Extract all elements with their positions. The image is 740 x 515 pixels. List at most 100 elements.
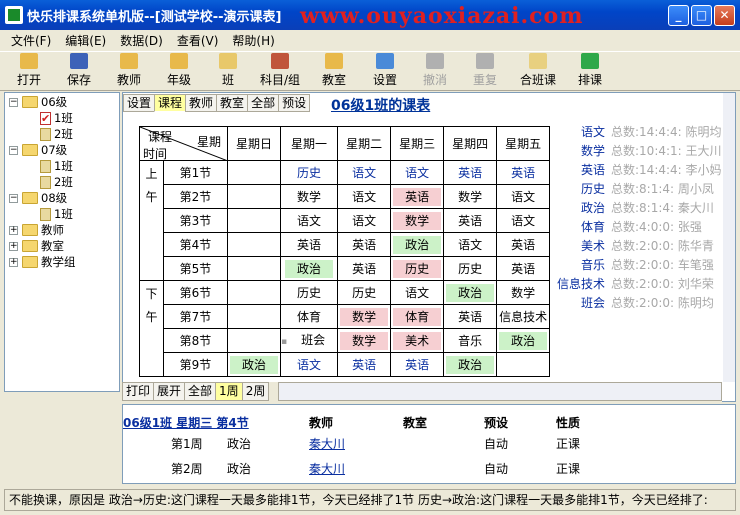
timetable-cell[interactable]: 数学 <box>496 280 551 305</box>
timetable-cell[interactable] <box>227 184 281 209</box>
timetable-cell[interactable]: 美术 <box>390 328 445 353</box>
timetable-cell[interactable] <box>227 208 281 233</box>
close-button[interactable]: ✕ <box>714 5 735 26</box>
expander-icon[interactable]: + <box>9 225 18 235</box>
menu-item-2[interactable]: 数据(D) <box>113 32 170 49</box>
timetable-cell[interactable]: 英语 <box>443 304 498 329</box>
tree-node[interactable]: + 教学组 <box>9 254 76 270</box>
timetable-cell[interactable]: 政治 <box>443 280 498 305</box>
tree-node[interactable]: + 教室 <box>9 238 64 254</box>
timetable-cell[interactable]: 政治 <box>227 352 281 377</box>
subject-name[interactable]: 政治 <box>553 199 605 216</box>
bottom-tab-1[interactable]: 展开 <box>153 382 186 401</box>
timetable-cell[interactable]: 音乐 <box>443 328 498 353</box>
subject-name[interactable]: 音乐 <box>553 256 605 273</box>
tree-node[interactable]: 2班 <box>27 126 73 142</box>
expander-icon[interactable]: − <box>9 193 18 203</box>
tree-node[interactable]: 1班 <box>27 158 73 174</box>
subject-name[interactable]: 英语 <box>553 161 605 178</box>
subject-item[interactable]: 历史 总数:8:1:4: 周小凤 <box>553 180 723 198</box>
subject-item[interactable]: 美术 总数:2:0:0: 陈华青 <box>553 237 723 255</box>
timetable-cell[interactable]: 历史 <box>279 280 339 305</box>
toolbar-button-2[interactable]: 教师 <box>104 52 154 90</box>
timetable-cell[interactable]: 语文 <box>390 160 445 185</box>
timetable-cell[interactable]: 历史 <box>279 160 339 185</box>
subject-item[interactable]: 英语 总数:14:4:4: 李小妈 <box>553 161 723 179</box>
subject-name[interactable]: 语文 <box>553 123 605 140</box>
tree-node[interactable]: − 06级 <box>9 94 67 110</box>
timetable-cell[interactable]: 英语 <box>337 352 392 377</box>
toolbar-button-4[interactable]: 班 <box>204 52 252 90</box>
timetable-cell[interactable]: 语文 <box>337 160 392 185</box>
subject-name[interactable]: 信息技术 <box>553 275 605 292</box>
menu-item-0[interactable]: 文件(F) <box>4 32 58 49</box>
bottom-tab-2[interactable]: 全部 <box>184 382 217 401</box>
expander-icon[interactable]: + <box>9 257 18 267</box>
timetable-cell[interactable]: 政治 <box>496 328 551 353</box>
timetable-cell[interactable]: 英语 <box>443 160 498 185</box>
detail-heading[interactable]: 06级1班 星期三 第4节 <box>123 414 249 431</box>
timetable-cell[interactable] <box>227 232 281 257</box>
menu-item-4[interactable]: 帮助(H) <box>225 32 281 49</box>
timetable-cell[interactable]: 政治 <box>279 256 339 281</box>
timetable-cell[interactable]: 语文 <box>337 208 392 233</box>
toolbar-button-10[interactable]: 合班课 <box>510 52 566 90</box>
detail-teacher[interactable]: 秦大川 <box>309 435 345 452</box>
timetable-cell[interactable] <box>227 256 281 281</box>
subject-item[interactable]: 音乐 总数:2:0:0: 车笔强 <box>553 256 723 274</box>
subject-name[interactable]: 历史 <box>553 180 605 197</box>
vertical-scrollbar[interactable] <box>723 93 735 382</box>
timetable-cell[interactable]: 英语 <box>496 160 551 185</box>
class-tree[interactable]: −06级 ✔ 1班 2班 −07级 1班 2班 −08级 1班 + 教师 + 教室 + 教学组 <box>4 92 120 392</box>
timetable-cell[interactable]: 英语 <box>337 232 392 257</box>
timetable-cell[interactable]: 政治 <box>390 232 445 257</box>
timetable-cell[interactable]: 语文 <box>279 352 339 377</box>
timetable-cell[interactable]: 英语 <box>279 232 339 257</box>
timetable-cell[interactable]: 语文 <box>279 208 339 233</box>
timetable-cell[interactable]: 数学 <box>390 208 445 233</box>
bottom-tab-3[interactable]: 1周 <box>215 382 243 401</box>
timetable-cell[interactable]: 数学 <box>279 184 339 209</box>
tab-1[interactable]: 课程 <box>154 94 187 112</box>
bottom-tab-0[interactable]: 打印 <box>122 382 155 401</box>
timetable-cell[interactable]: 英语 <box>390 352 445 377</box>
expander-icon[interactable]: + <box>9 241 18 251</box>
timetable-cell[interactable]: ▪ 班会 <box>279 328 339 353</box>
toolbar-button-11[interactable]: 排课 <box>566 52 614 90</box>
timetable-cell[interactable]: 历史 <box>390 256 445 281</box>
timetable-cell[interactable]: 数学 <box>443 184 498 209</box>
timetable-cell[interactable] <box>227 328 281 353</box>
timetable-cell[interactable]: 语文 <box>390 280 445 305</box>
tree-node[interactable]: + 教师 <box>9 222 64 238</box>
timetable-cell[interactable]: 信息技术 <box>496 304 551 329</box>
timetable-cell[interactable] <box>227 304 281 329</box>
minimize-button[interactable]: _ <box>668 5 689 26</box>
subject-item[interactable]: 信息技术 总数:2:0:0: 刘华荣 <box>553 275 723 293</box>
timetable-cell[interactable]: 体育 <box>390 304 445 329</box>
subject-name[interactable]: 班会 <box>553 294 605 311</box>
timetable-cell[interactable]: 历史 <box>443 256 498 281</box>
horizontal-scrollbar[interactable] <box>278 382 722 401</box>
maximize-button[interactable]: □ <box>691 5 712 26</box>
tab-2[interactable]: 教师 <box>185 94 218 112</box>
menu-item-1[interactable]: 编辑(E) <box>58 32 113 49</box>
subject-name[interactable]: 数学 <box>553 142 605 159</box>
toolbar-button-0[interactable]: 打开 <box>4 52 54 90</box>
toolbar-button-1[interactable]: 保存 <box>54 52 104 90</box>
subject-name[interactable]: 美术 <box>553 237 605 254</box>
toolbar-button-3[interactable]: 年级 <box>154 52 204 90</box>
toolbar-button-8[interactable]: 撤消 <box>410 52 460 90</box>
subject-item[interactable]: 数学 总数:10:4:1: 王大川 <box>553 142 723 160</box>
timetable-cell[interactable]: 英语 <box>496 256 551 281</box>
subject-item[interactable]: 体育 总数:4:0:0: 张强 <box>553 218 723 236</box>
detail-teacher[interactable]: 秦大川 <box>309 460 345 477</box>
timetable-cell[interactable]: 历史 <box>337 280 392 305</box>
timetable-cell[interactable]: 语文 <box>496 184 551 209</box>
tree-node[interactable]: − 08级 <box>9 190 67 206</box>
toolbar-button-6[interactable]: 教室 <box>308 52 360 90</box>
subject-name[interactable]: 体育 <box>553 218 605 235</box>
bottom-tab-4[interactable]: 2周 <box>241 382 270 401</box>
timetable-cell[interactable]: 语文 <box>337 184 392 209</box>
timetable-cell[interactable] <box>227 280 281 305</box>
timetable-cell[interactable]: 英语 <box>337 256 392 281</box>
